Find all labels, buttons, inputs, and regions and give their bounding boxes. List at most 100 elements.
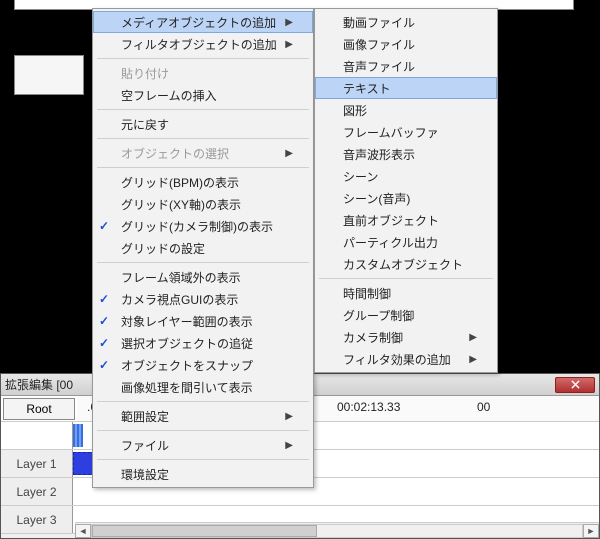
layer-label-2[interactable]: Layer 2 xyxy=(1,478,73,505)
menu-separator xyxy=(319,278,493,279)
menu-item-label: 貼り付け xyxy=(121,65,169,82)
menu-item-label: カメラ制御 xyxy=(343,329,403,346)
menu-item[interactable]: グリッドの設定 xyxy=(93,237,313,259)
menu-item[interactable]: ✓オブジェクトをスナップ xyxy=(93,354,313,376)
menu-item[interactable]: 音声波形表示 xyxy=(315,143,497,165)
menu-item-label: オブジェクトの選択 xyxy=(121,145,229,162)
menu-item[interactable]: 図形 xyxy=(315,99,497,121)
check-icon: ✓ xyxy=(99,292,109,306)
root-button[interactable]: Root xyxy=(3,398,75,420)
thumb-spacer xyxy=(1,422,73,449)
menu-item[interactable]: ファイル▶ xyxy=(93,434,313,456)
scroll-track[interactable] xyxy=(91,524,583,538)
menu-item[interactable]: 動画ファイル xyxy=(315,11,497,33)
context-menu-main[interactable]: メディアオブジェクトの追加 ▶ フィルタオブジェクトの追加 ▶ 貼り付け空フレームの挿入… xyxy=(92,8,314,488)
menu-item-label: 範囲設定 xyxy=(121,408,169,425)
close-icon xyxy=(571,380,580,389)
menu-item[interactable]: 画像ファイル xyxy=(315,33,497,55)
menu-item[interactable]: フィルタオブジェクトの追加 ▶ xyxy=(93,33,313,55)
menu-item-label: ファイル xyxy=(121,437,169,454)
menu-item-label: 画像処理を間引いて表示 xyxy=(121,379,253,396)
check-icon: ✓ xyxy=(99,314,109,328)
menu-item-label: 時間制御 xyxy=(343,285,391,302)
menu-item-label: 動画ファイル xyxy=(343,14,415,31)
menu-item[interactable]: 元に戻す xyxy=(93,113,313,135)
menu-item-label: 空フレームの挿入 xyxy=(121,87,217,104)
menu-item-label: 音声波形表示 xyxy=(343,146,415,163)
menu-item[interactable]: 時間制御 xyxy=(315,282,497,304)
check-icon: ✓ xyxy=(99,219,109,233)
menu-item-label: 元に戻す xyxy=(121,116,169,133)
horizontal-scrollbar[interactable]: ◄ ► xyxy=(75,522,599,538)
menu-item-label: パーティクル出力 xyxy=(343,234,438,251)
menu-item: オブジェクトの選択 ▶ xyxy=(93,142,313,164)
scroll-thumb[interactable] xyxy=(92,525,317,537)
menu-item-label: グリッド(XY軸)の表示 xyxy=(121,196,241,213)
time-tick-label: 00 xyxy=(477,400,490,414)
menu-item-label: 音声ファイル xyxy=(343,58,415,75)
menu-item[interactable]: ✓ 対象レイヤー範囲の表示 xyxy=(93,310,313,332)
close-button[interactable] xyxy=(555,377,595,393)
submenu-arrow-icon: ▶ xyxy=(285,39,293,50)
submenu-arrow-icon: ▶ xyxy=(285,411,293,422)
menu-item-label: オブジェクトをスナップ xyxy=(121,357,253,374)
menu-item-label: 図形 xyxy=(343,102,367,119)
menu-item[interactable]: フレーム領域外の表示 xyxy=(93,266,313,288)
menu-item-label: フィルタオブジェクトの追加 xyxy=(121,36,277,53)
menu-item[interactable]: メディアオブジェクトの追加 ▶ xyxy=(93,11,313,33)
menu-item-label: 直前オブジェクト xyxy=(343,212,439,229)
menu-item-label: 対象レイヤー範囲の表示 xyxy=(121,313,253,330)
menu-item[interactable]: テキスト xyxy=(315,77,497,99)
menu-separator xyxy=(97,459,309,460)
timeline-title: 拡張編集 [00 xyxy=(5,376,73,393)
menu-item-label: グループ制御 xyxy=(343,307,414,324)
menu-item[interactable]: カスタムオブジェクト xyxy=(315,253,497,275)
menu-separator xyxy=(97,58,309,59)
submenu-arrow-icon: ▶ xyxy=(285,17,293,28)
menu-item[interactable]: パーティクル出力 xyxy=(315,231,497,253)
menu-item-label: フレームバッファ xyxy=(343,124,439,141)
submenu-arrow-icon: ▶ xyxy=(285,148,293,159)
submenu-arrow-icon: ▶ xyxy=(469,332,477,343)
menu-item-label: 画像ファイル xyxy=(343,36,415,53)
menu-item-label: カスタムオブジェクト xyxy=(343,256,463,273)
menu-separator xyxy=(97,138,309,139)
submenu-arrow-icon: ▶ xyxy=(469,354,477,365)
menu-item-label: シーン(音声) xyxy=(343,190,410,207)
menu-separator xyxy=(97,401,309,402)
menu-item: 貼り付け xyxy=(93,62,313,84)
scroll-right-button[interactable]: ► xyxy=(583,524,599,538)
menu-item[interactable]: ✓ カメラ視点GUIの表示 xyxy=(93,288,313,310)
menu-item[interactable]: 直前オブジェクト xyxy=(315,209,497,231)
menu-item[interactable]: フレームバッファ xyxy=(315,121,497,143)
layer-label-3[interactable]: Layer 3 xyxy=(1,506,73,533)
layer-label-1[interactable]: Layer 1 xyxy=(1,450,73,477)
menu-item-label: テキスト xyxy=(343,80,391,97)
scroll-left-button[interactable]: ◄ xyxy=(75,524,91,538)
menu-item[interactable]: グリッド(BPM)の表示 xyxy=(93,171,313,193)
menu-item[interactable]: 画像処理を間引いて表示 xyxy=(93,376,313,398)
menu-item[interactable]: ✓ 選択オブジェクトの追従 xyxy=(93,332,313,354)
menu-item[interactable]: シーン(音声) xyxy=(315,187,497,209)
menu-item[interactable]: シーン xyxy=(315,165,497,187)
menu-item[interactable]: 音声ファイル xyxy=(315,55,497,77)
menu-item[interactable]: カメラ制御 ▶ xyxy=(315,326,497,348)
menu-item-label: グリッド(BPM)の表示 xyxy=(121,174,239,191)
thumb-strip[interactable] xyxy=(73,424,83,447)
time-tick-label: 00:02:13.33 xyxy=(337,400,400,414)
context-menu-media-add[interactable]: 動画ファイル画像ファイル音声ファイルテキスト図形フレームバッファ音声波形表示シー… xyxy=(314,8,498,373)
menu-item[interactable]: 空フレームの挿入 xyxy=(93,84,313,106)
check-icon: ✓ xyxy=(99,336,109,350)
menu-item[interactable]: グループ制御 xyxy=(315,304,497,326)
menu-item-label: カメラ視点GUIの表示 xyxy=(121,291,238,308)
menu-item[interactable]: 範囲設定 ▶ xyxy=(93,405,313,427)
menu-item[interactable]: 環境設定 xyxy=(93,463,313,485)
menu-item-label: 選択オブジェクトの追従 xyxy=(121,335,253,352)
menu-separator xyxy=(97,167,309,168)
menu-item-label: フレーム領域外の表示 xyxy=(121,269,241,286)
menu-separator xyxy=(97,262,309,263)
menu-item[interactable]: フィルタ効果の追加▶ xyxy=(315,348,497,370)
menu-item-label: メディアオブジェクトの追加 xyxy=(121,14,276,31)
menu-item[interactable]: グリッド(XY軸)の表示 xyxy=(93,193,313,215)
menu-item[interactable]: ✓グリッド(カメラ制御)の表示 xyxy=(93,215,313,237)
